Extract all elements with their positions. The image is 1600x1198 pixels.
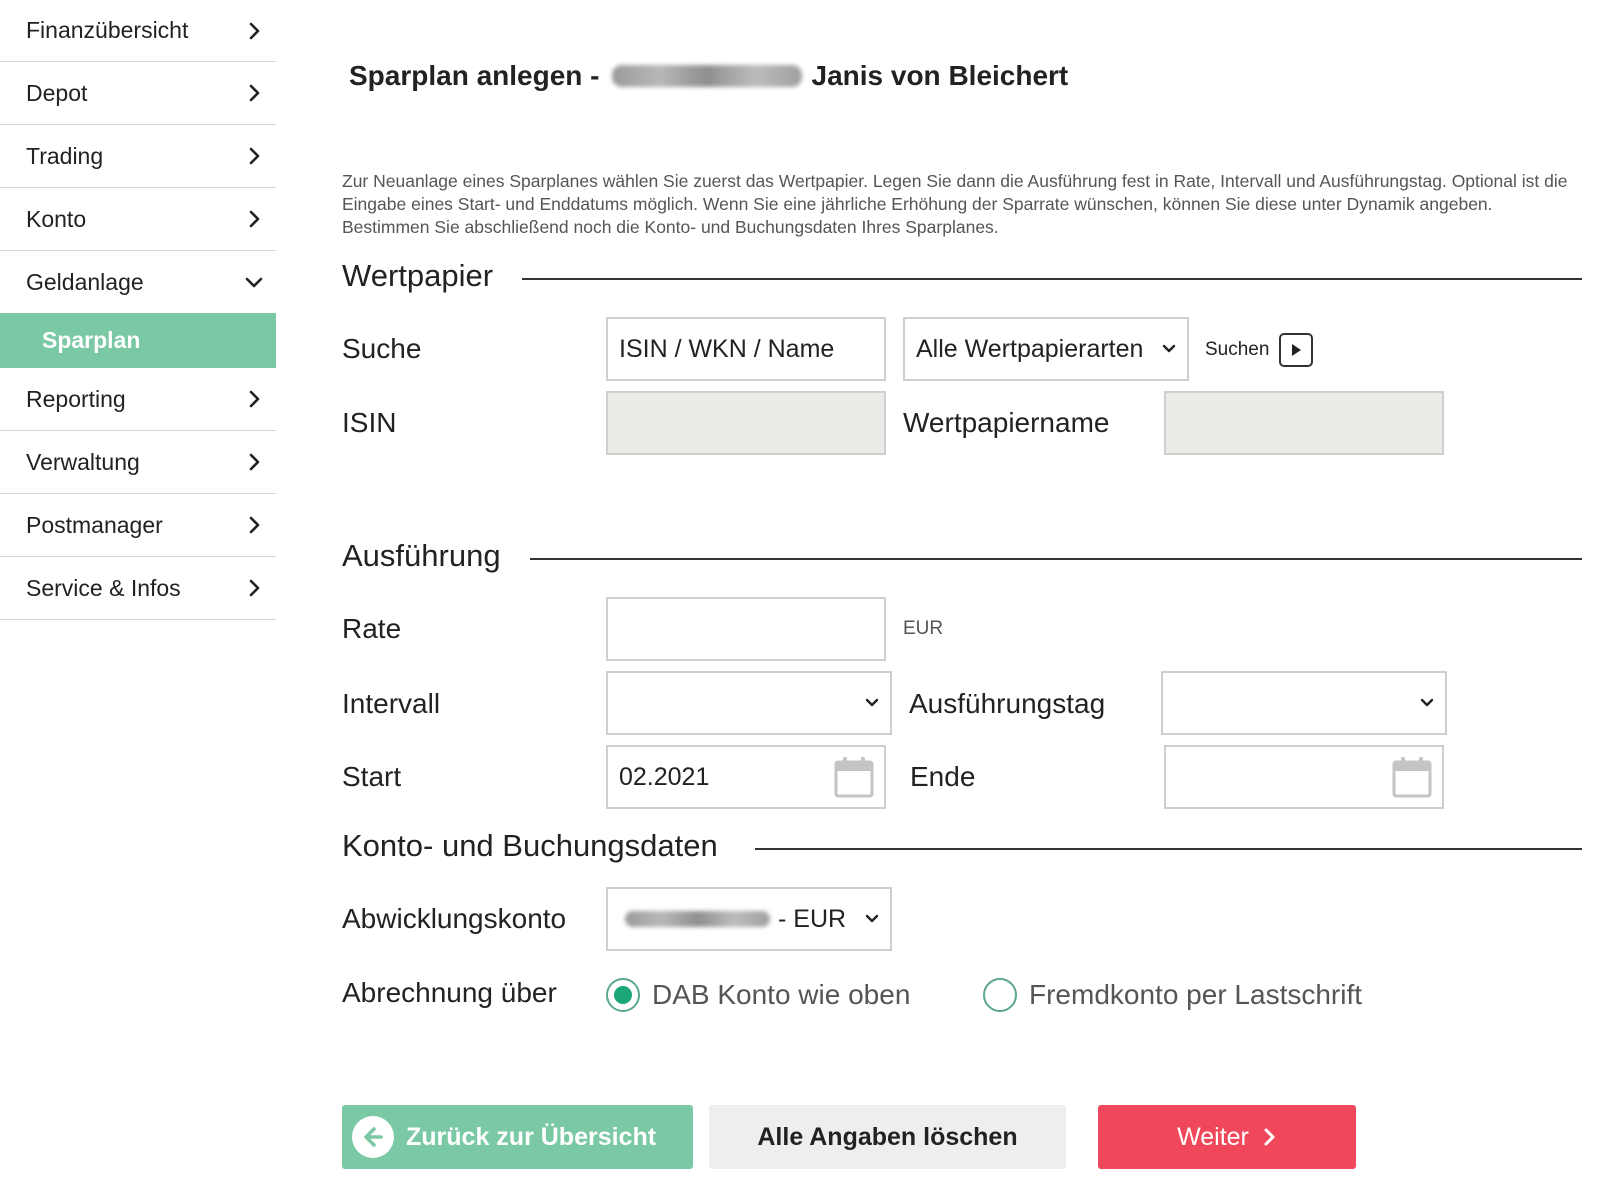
isin-label: ISIN [342,407,397,438]
rate-label: Rate [342,613,402,644]
arrow-left-icon [352,1116,394,1158]
intervall-label: Intervall [342,688,441,719]
security-type-select[interactable]: Alle Wertpapierarten [903,317,1189,381]
rate-input[interactable] [606,597,886,661]
chevron-down-icon [865,914,879,923]
suche-label: Suche [342,333,422,364]
chevron-down-icon [1420,698,1434,707]
radio-option-fremdkonto[interactable]: Fremdkonto per Lastschrift [983,978,1362,1012]
radio-unchecked[interactable] [983,978,1017,1012]
section-title-wertpapier: Wertpapier [342,258,494,293]
radio-label-fremdkonto: Fremdkonto per Lastschrift [1029,979,1363,1010]
chevron-down-icon [1162,344,1176,353]
section-divider [530,558,1582,560]
chevron-right-icon [1264,1128,1275,1146]
search-button[interactable]: Suchen [1205,333,1314,367]
start-date-input[interactable]: 02.2021 [606,745,886,809]
isin-field [606,391,886,455]
section-title-konto: Konto- und Buchungsdaten [342,828,718,863]
back-to-overview-button[interactable]: Zurück zur Übersicht [342,1105,693,1169]
redacted-account-number [611,65,802,87]
back-button-label: Zurück zur Übersicht [406,1122,657,1151]
section-title-ausfuehrung: Ausführung [342,538,501,573]
intro-text: Zur Neuanlage eines Sparplanes wählen Si… [342,171,1568,237]
next-button[interactable]: Weiter [1098,1105,1356,1169]
next-button-label: Weiter [1177,1122,1249,1151]
start-label: Start [342,761,402,792]
radio-label-dab: DAB Konto wie oben [652,979,911,1010]
abwicklungskonto-label: Abwicklungskonto [342,903,567,934]
play-icon [1279,333,1314,367]
page-title: Sparplan anlegen - Janis von Bleichert [349,60,1068,92]
chevron-down-icon [865,698,879,707]
clear-button-label: Alle Angaben löschen [757,1122,1018,1151]
calendar-icon[interactable] [834,756,874,798]
radio-checked[interactable] [606,978,640,1012]
ende-label: Ende [910,761,976,792]
abwicklungskonto-select[interactable]: - EUR [606,887,892,951]
search-button-label: Suchen [1205,339,1270,360]
rate-unit: EUR [903,618,944,639]
section-divider [522,278,1582,280]
intervall-select[interactable] [606,671,892,735]
security-type-value: Alle Wertpapierarten [916,334,1144,363]
start-date-value: 02.2021 [619,762,710,791]
abrechnung-label: Abrechnung über [342,977,557,1008]
abwicklungskonto-suffix: - EUR [778,904,847,933]
wertpapiername-label: Wertpapiername [903,407,1110,438]
calendar-icon[interactable] [1392,756,1432,798]
redacted-account-number [625,911,770,927]
main-content: Sparplan anlegen - Janis von Bleichert Z… [0,0,1600,1198]
clear-all-button[interactable]: Alle Angaben löschen [709,1105,1066,1169]
search-input[interactable]: ISIN / WKN / Name [606,317,886,381]
section-divider [755,848,1582,850]
page-title-name: Janis von Bleichert [811,60,1069,91]
ausfuehrungstag-label: Ausführungstag [909,688,1106,719]
page-title-prefix: Sparplan anlegen - [349,60,600,91]
wertpapiername-field [1164,391,1444,455]
ausfuehrungstag-select[interactable] [1161,671,1447,735]
end-date-input[interactable] [1164,745,1444,809]
radio-option-dab[interactable]: DAB Konto wie oben [606,978,910,1012]
